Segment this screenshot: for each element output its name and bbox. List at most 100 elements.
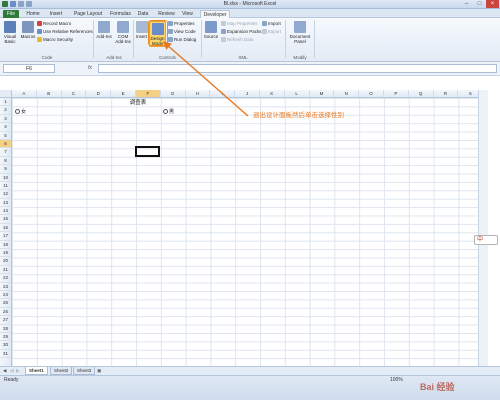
row-header[interactable]: 15: [0, 215, 11, 224]
row-header[interactable]: 17: [0, 232, 11, 241]
row-header[interactable]: 23: [0, 283, 11, 291]
tab-formulas[interactable]: Formulas: [108, 10, 133, 18]
column-header[interactable]: P: [384, 90, 409, 97]
run-dialog-button[interactable]: Run Dialog: [168, 37, 196, 43]
column-header[interactable]: H: [186, 90, 211, 97]
tab-home[interactable]: Home: [24, 10, 42, 18]
relative-references-button[interactable]: Use Relative References: [37, 29, 93, 35]
column-header[interactable]: K: [260, 90, 285, 97]
tab-developer[interactable]: Developer: [200, 10, 230, 18]
row-header[interactable]: 6: [0, 139, 11, 149]
macro-security-button[interactable]: Macro Security: [37, 37, 73, 43]
column-header[interactable]: E: [111, 90, 136, 97]
row-header[interactable]: 28: [0, 325, 11, 333]
row-header[interactable]: 9: [0, 165, 11, 174]
row-header[interactable]: 16: [0, 224, 11, 233]
com-addins-button[interactable]: COM Add-Ins: [114, 21, 132, 44]
sheet-tab-3[interactable]: Sheet3: [73, 367, 96, 375]
view-code-button[interactable]: View Code: [168, 29, 196, 35]
row-header[interactable]: 31: [0, 350, 11, 359]
column-header[interactable]: I: [210, 90, 236, 97]
visual-basic-button[interactable]: Visual Basic: [2, 21, 18, 44]
column-header[interactable]: F: [135, 90, 161, 97]
column-header[interactable]: G: [161, 90, 186, 97]
tab-insert[interactable]: Insert: [46, 10, 66, 18]
row-header[interactable]: 22: [0, 274, 11, 283]
fx-icon[interactable]: fx: [88, 64, 96, 73]
row-header[interactable]: 4: [0, 123, 11, 132]
vertical-scrollbar[interactable]: [478, 90, 488, 366]
addins-button[interactable]: Add-Ins: [96, 21, 112, 39]
row-header[interactable]: 18: [0, 241, 11, 250]
insert-control-button[interactable]: Insert: [135, 21, 148, 39]
active-cell-f6[interactable]: [135, 146, 160, 157]
row-header[interactable]: 3: [0, 115, 11, 124]
minimize-button[interactable]: –: [460, 0, 473, 8]
column-header[interactable]: D: [86, 90, 112, 97]
row-header[interactable]: 26: [0, 308, 11, 317]
insert-sheet-icon[interactable]: ▣: [97, 368, 101, 374]
column-header[interactable]: S: [458, 90, 478, 97]
export-button[interactable]: Export: [262, 29, 281, 35]
column-header[interactable]: C: [62, 90, 87, 97]
first-sheet-icon[interactable]: ◀: [3, 368, 6, 374]
radio-option-male[interactable]: 男: [163, 109, 174, 116]
column-header[interactable]: L: [285, 90, 310, 97]
row-header[interactable]: 21: [0, 266, 11, 275]
maximize-button[interactable]: □: [473, 0, 486, 8]
column-header[interactable]: M: [310, 90, 335, 97]
tab-page-layout[interactable]: Page Layout: [71, 10, 105, 18]
radio-option-female[interactable]: 女: [15, 109, 26, 116]
refresh-data-button[interactable]: Refresh Data: [221, 37, 254, 43]
column-header[interactable]: B: [37, 90, 62, 97]
prev-sheet-icon[interactable]: ◁: [10, 368, 13, 374]
row-header[interactable]: 20: [0, 257, 11, 266]
row-header[interactable]: 7: [0, 148, 11, 157]
row-header[interactable]: 11: [0, 182, 11, 191]
row-header[interactable]: 24: [0, 291, 11, 300]
column-header[interactable]: A: [12, 90, 37, 97]
row-header[interactable]: 27: [0, 316, 11, 325]
row-header[interactable]: 10: [0, 174, 11, 182]
row-header[interactable]: 19: [0, 249, 11, 258]
macros-button[interactable]: Macros: [20, 21, 36, 39]
formula-input[interactable]: [98, 64, 497, 73]
sheet-tab-1[interactable]: Sheet1: [25, 367, 48, 375]
tab-review[interactable]: Review: [156, 10, 177, 18]
row-header[interactable]: 14: [0, 207, 11, 216]
source-button[interactable]: Source: [203, 21, 219, 39]
row-header[interactable]: 25: [0, 299, 11, 308]
map-properties-button[interactable]: Map Properties: [221, 21, 258, 27]
row-header[interactable]: 12: [0, 190, 11, 199]
column-header[interactable]: J: [235, 90, 260, 97]
row-header[interactable]: 8: [0, 157, 11, 166]
document-panel-button[interactable]: Document Panel: [288, 21, 312, 44]
import-icon: [262, 21, 267, 27]
column-header[interactable]: O: [359, 90, 384, 97]
cell-grid[interactable]: [12, 98, 478, 366]
properties-button[interactable]: Properties: [168, 21, 195, 27]
close-button[interactable]: ×: [486, 0, 499, 8]
column-header[interactable]: Q: [409, 90, 434, 97]
column-header[interactable]: N: [334, 90, 360, 97]
name-box[interactable]: F6: [3, 64, 55, 73]
tab-data[interactable]: Data: [136, 10, 150, 18]
expansion-packs-button[interactable]: Expansion Packs: [221, 29, 262, 35]
row-header[interactable]: 2: [0, 106, 11, 115]
select-all-corner[interactable]: [0, 90, 12, 98]
row-header[interactable]: 13: [0, 199, 11, 208]
tab-view[interactable]: View: [180, 10, 195, 18]
record-macro-button[interactable]: Record Macro: [37, 21, 71, 27]
row-header[interactable]: 29: [0, 333, 11, 342]
row-header[interactable]: 1: [0, 98, 11, 107]
zoom-level[interactable]: 100%: [390, 377, 403, 383]
next-sheet-icon[interactable]: ▷: [16, 368, 19, 374]
row-header[interactable]: 5: [0, 132, 11, 140]
import-button[interactable]: Import: [262, 21, 281, 27]
column-header[interactable]: R: [434, 90, 459, 97]
sheet-tab-2[interactable]: Sheet2: [50, 367, 73, 375]
tab-file[interactable]: File: [3, 10, 19, 18]
survey-title-cell[interactable]: 调查表: [118, 99, 158, 107]
ime-toolbar[interactable]: 中: [474, 235, 498, 245]
row-header[interactable]: 30: [0, 341, 11, 350]
